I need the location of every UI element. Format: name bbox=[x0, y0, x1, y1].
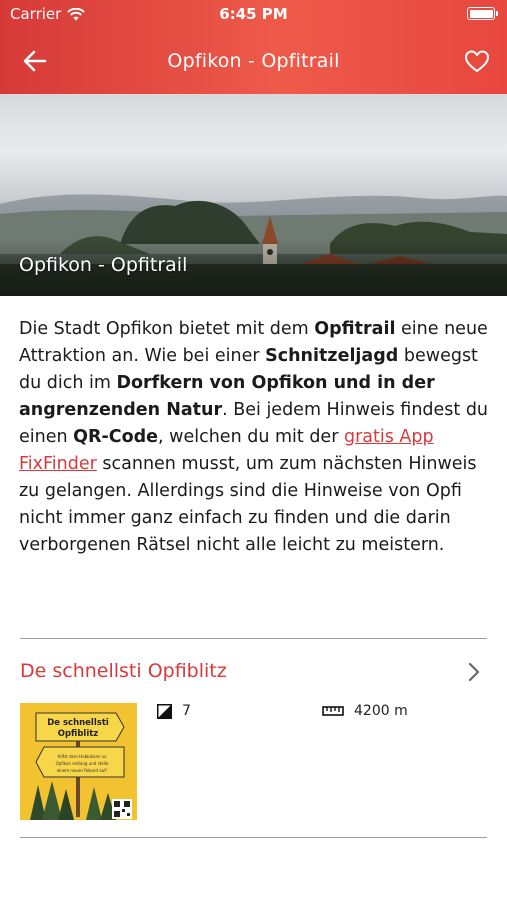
difficulty-value: 7 bbox=[182, 703, 191, 719]
chevron-right-icon bbox=[468, 662, 480, 682]
status-time: 6:45 PM bbox=[219, 5, 288, 23]
trail-thumbnail[interactable]: De schnellsti Opfiblitz Hilfst dem Hobbi… bbox=[20, 703, 137, 820]
page-title: Opfikon - Opfitrail bbox=[167, 50, 340, 72]
navigation-bar: Opfikon - Opfitrail bbox=[0, 28, 507, 94]
trail-title: De schnellsti Opfiblitz bbox=[20, 660, 227, 682]
divider bbox=[20, 837, 487, 838]
trail-thumbnail-art: De schnellsti Opfiblitz Hilfst dem Hobbi… bbox=[20, 703, 137, 820]
trail-difficulty: 7 bbox=[157, 703, 191, 719]
difficulty-icon bbox=[157, 703, 172, 719]
battery-icon bbox=[467, 7, 498, 20]
thumb-subtitle-line1: Hilfst dem Hobbikomi vo bbox=[57, 754, 107, 759]
description-bold: Opfitrail bbox=[314, 319, 396, 339]
thumb-subtitle-line3: einem neuen Rekord auf! bbox=[57, 768, 108, 773]
ruler-icon bbox=[322, 706, 344, 716]
length-value: 4200 m bbox=[354, 703, 408, 719]
status-bar: Carrier 6:45 PM bbox=[0, 0, 507, 28]
hero-title: Opfikon - Opfitrail bbox=[19, 254, 188, 276]
thumb-title-line1: De schnellsti bbox=[47, 718, 109, 728]
thumb-subtitle-line2: Opfikon entlang und stelle bbox=[56, 761, 109, 766]
description-bold: QR-Code bbox=[73, 427, 159, 447]
divider bbox=[20, 638, 487, 639]
description-bold: Schnitzeljagd bbox=[265, 346, 399, 366]
heart-icon bbox=[465, 50, 489, 72]
description-text: , welchen du mit der bbox=[158, 427, 344, 447]
trail-length: 4200 m bbox=[322, 703, 408, 719]
hero-image: Opfikon - Opfitrail bbox=[0, 94, 507, 296]
trail-list-item[interactable]: De schnellsti Opfiblitz bbox=[0, 650, 507, 694]
description-text: Die Stadt Opfikon bietet mit dem bbox=[19, 319, 315, 339]
app-header: Carrier 6:45 PM Opfikon - Opfitrail bbox=[0, 0, 507, 94]
favorite-button[interactable] bbox=[463, 47, 491, 75]
thumb-title-line2: Opfiblitz bbox=[58, 729, 99, 739]
trail-description: Die Stadt Opfikon bietet mit dem Opfitra… bbox=[19, 316, 489, 559]
